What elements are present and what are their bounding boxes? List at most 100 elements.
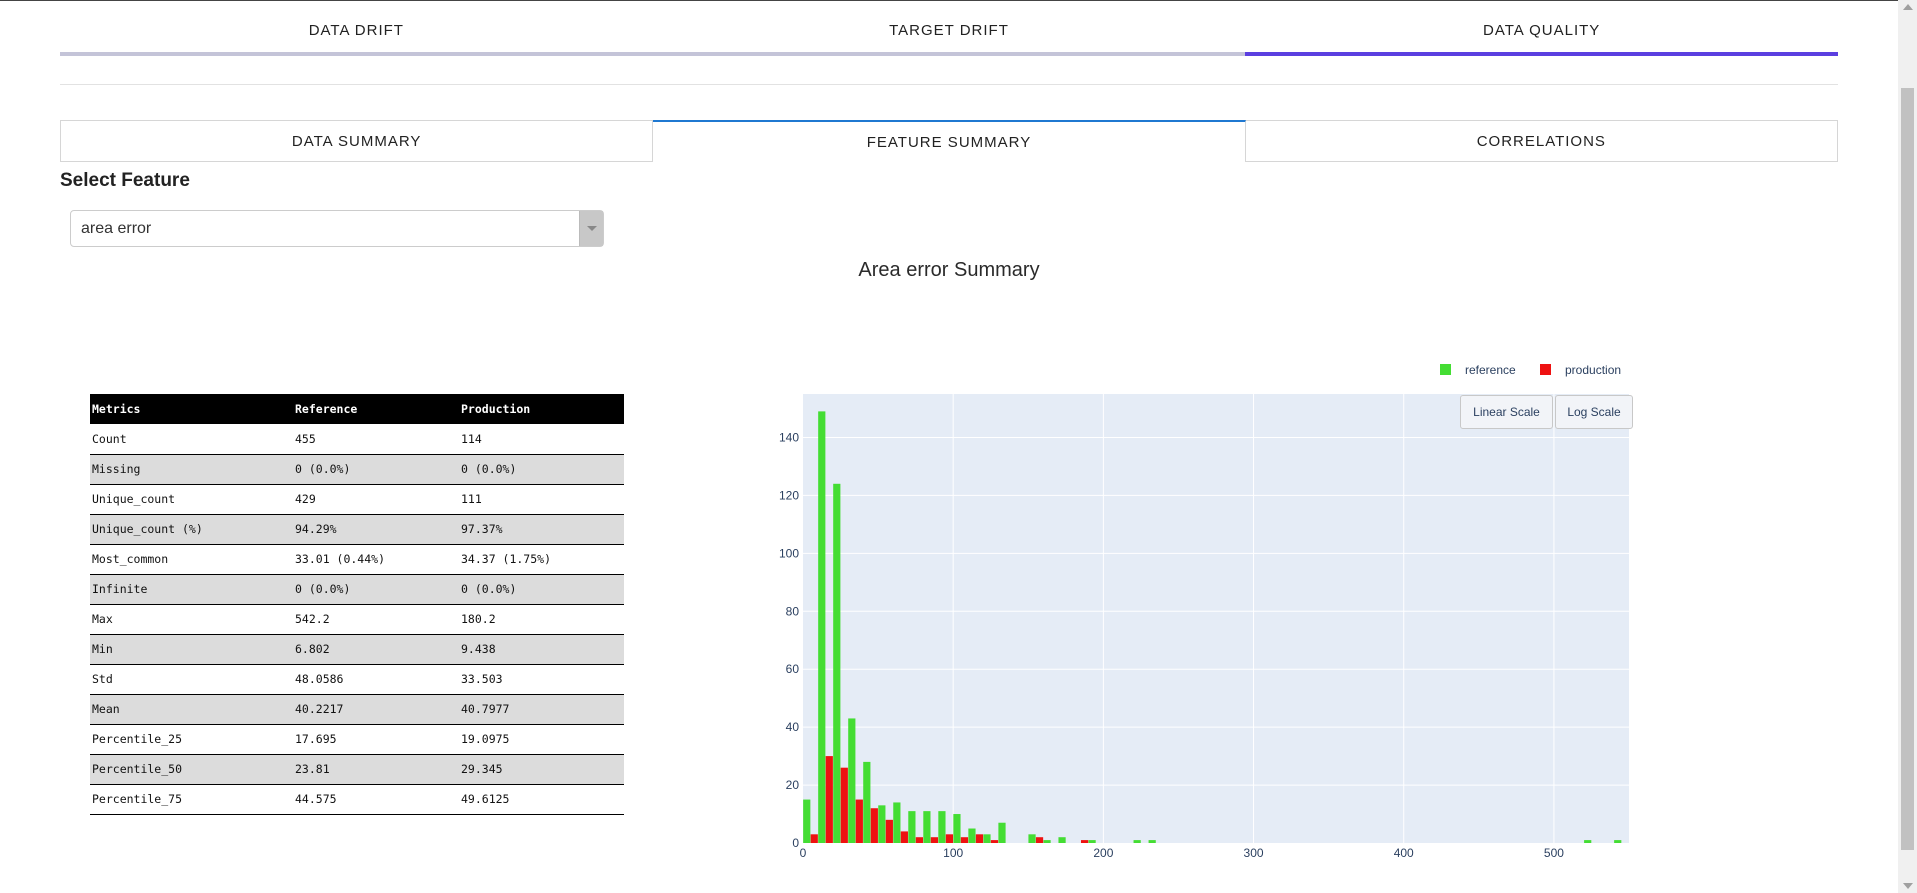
reference-bar xyxy=(1584,840,1592,843)
y-tick-label: 80 xyxy=(786,604,800,618)
reference-legend-swatch xyxy=(1440,364,1451,375)
production-bar xyxy=(990,840,999,843)
reference-value: 44.575 xyxy=(293,784,459,815)
chevron-down-icon[interactable] xyxy=(579,211,603,246)
reference-bar xyxy=(1058,837,1066,843)
reference-value: 455 xyxy=(293,424,459,455)
metric-name: Max xyxy=(90,604,293,635)
header-metrics: Metrics xyxy=(90,394,293,424)
reference-bar xyxy=(893,802,901,843)
tab-feature-summary[interactable]: FEATURE SUMMARY xyxy=(653,120,1246,162)
reference-bar xyxy=(1088,840,1096,843)
production-bar xyxy=(915,837,923,843)
production-bar xyxy=(810,834,818,843)
x-tick-label: 100 xyxy=(943,846,963,860)
table-row: Most_common 33.01 (0.44%) 34.37 (1.75%) xyxy=(90,544,624,575)
metric-name: Percentile_25 xyxy=(90,724,293,755)
reference-value: 33.01 (0.44%) xyxy=(293,544,459,575)
y-tick-label: 20 xyxy=(786,778,800,792)
scroll-down-icon[interactable] xyxy=(1903,883,1913,889)
reference-bar xyxy=(818,411,826,843)
reference-bar xyxy=(983,834,991,843)
x-tick-label: 400 xyxy=(1394,846,1414,860)
reference-value: 94.29% xyxy=(293,514,459,545)
production-bar xyxy=(975,834,984,843)
metric-name: Most_common xyxy=(90,544,293,575)
main-tab-bar: DATA DRIFT TARGET DRIFT DATA QUALITY xyxy=(60,8,1839,56)
production-bar xyxy=(855,799,863,843)
tab-data-quality[interactable]: DATA QUALITY xyxy=(1245,8,1839,56)
production-value: 19.0975 xyxy=(459,724,624,755)
feature-dropdown[interactable]: area error xyxy=(70,210,604,247)
reference-bar xyxy=(998,822,1006,843)
production-value: 97.37% xyxy=(459,514,624,545)
reference-bar xyxy=(833,483,841,843)
reference-bar xyxy=(803,799,811,843)
header-production: Production xyxy=(459,394,624,424)
table-row: Max 542.2 180.2 xyxy=(90,604,624,635)
reference-bar xyxy=(1133,840,1141,843)
production-value: 49.6125 xyxy=(459,784,624,815)
tab-data-drift[interactable]: DATA DRIFT xyxy=(60,8,653,56)
production-value: 114 xyxy=(459,424,624,455)
reference-value: 429 xyxy=(293,484,459,515)
production-value: 0 (0.0%) xyxy=(459,574,624,605)
production-bar xyxy=(840,767,848,843)
production-bar xyxy=(945,834,954,843)
tab-target-drift[interactable]: TARGET DRIFT xyxy=(652,8,1246,56)
tab-data-summary[interactable]: DATA SUMMARY xyxy=(60,120,654,162)
x-tick-label: 200 xyxy=(1093,846,1113,860)
production-bar xyxy=(1035,837,1044,843)
metric-name: Min xyxy=(90,634,293,665)
reference-bar xyxy=(1614,840,1622,843)
y-tick-label: 120 xyxy=(779,488,799,502)
header-reference: Reference xyxy=(293,394,459,424)
production-bar xyxy=(870,808,878,843)
reference-value: 0 (0.0%) xyxy=(293,574,459,605)
metric-name: Mean xyxy=(90,694,293,725)
reference-value: 0 (0.0%) xyxy=(293,454,459,485)
production-value: 34.37 (1.75%) xyxy=(459,544,624,575)
metric-name: Missing xyxy=(90,454,293,485)
reference-value: 48.0586 xyxy=(293,664,459,695)
y-tick-label: 140 xyxy=(779,430,799,444)
histogram-svg: 0 20 40 60 80 100 120 140 0 100 200 300 400 500 refer… xyxy=(779,363,1629,860)
tab-correlations[interactable]: CORRELATIONS xyxy=(1245,120,1838,162)
production-value: 0 (0.0%) xyxy=(459,454,624,485)
table-row: Count 455 114 xyxy=(90,424,624,455)
production-value: 9.438 xyxy=(459,634,624,665)
linear-scale-button[interactable]: Linear Scale xyxy=(1460,395,1553,429)
y-tick-label: 100 xyxy=(779,546,799,560)
log-scale-button[interactable]: Log Scale xyxy=(1555,395,1633,429)
reference-bar xyxy=(968,828,976,843)
reference-bar xyxy=(878,805,886,843)
reference-bar xyxy=(938,811,946,843)
reference-bar xyxy=(908,811,916,843)
metric-name: Percentile_75 xyxy=(90,784,293,815)
reference-value: 40.2217 xyxy=(293,694,459,725)
production-bar xyxy=(1080,840,1089,843)
reference-legend-label: reference xyxy=(1465,363,1516,377)
production-value: 111 xyxy=(459,484,624,515)
table-row: Std 48.0586 33.503 xyxy=(90,664,624,695)
production-value: 40.7977 xyxy=(459,694,624,725)
table-row: Mean 40.2217 40.7977 xyxy=(90,694,624,725)
production-value: 180.2 xyxy=(459,604,624,635)
vertical-scrollbar[interactable] xyxy=(1898,0,1917,893)
plot-area xyxy=(803,394,1629,843)
metrics-table-header: Metrics Reference Production xyxy=(90,394,624,424)
reference-bar xyxy=(1148,840,1156,843)
table-row: Infinite 0 (0.0%) 0 (0.0%) xyxy=(90,574,624,605)
metric-name: Std xyxy=(90,664,293,695)
x-tick-label: 300 xyxy=(1244,846,1264,860)
production-bar xyxy=(885,819,893,843)
metric-name: Unique_count (%) xyxy=(90,514,293,545)
table-row: Percentile_75 44.575 49.6125 xyxy=(90,784,624,815)
scroll-thumb[interactable] xyxy=(1901,88,1914,850)
x-tick-label: 500 xyxy=(1544,846,1564,860)
reference-bar xyxy=(1043,840,1051,843)
scroll-up-icon[interactable] xyxy=(1903,4,1913,10)
reference-bar xyxy=(848,718,856,843)
table-row: Missing 0 (0.0%) 0 (0.0%) xyxy=(90,454,624,485)
production-bar xyxy=(825,756,833,843)
